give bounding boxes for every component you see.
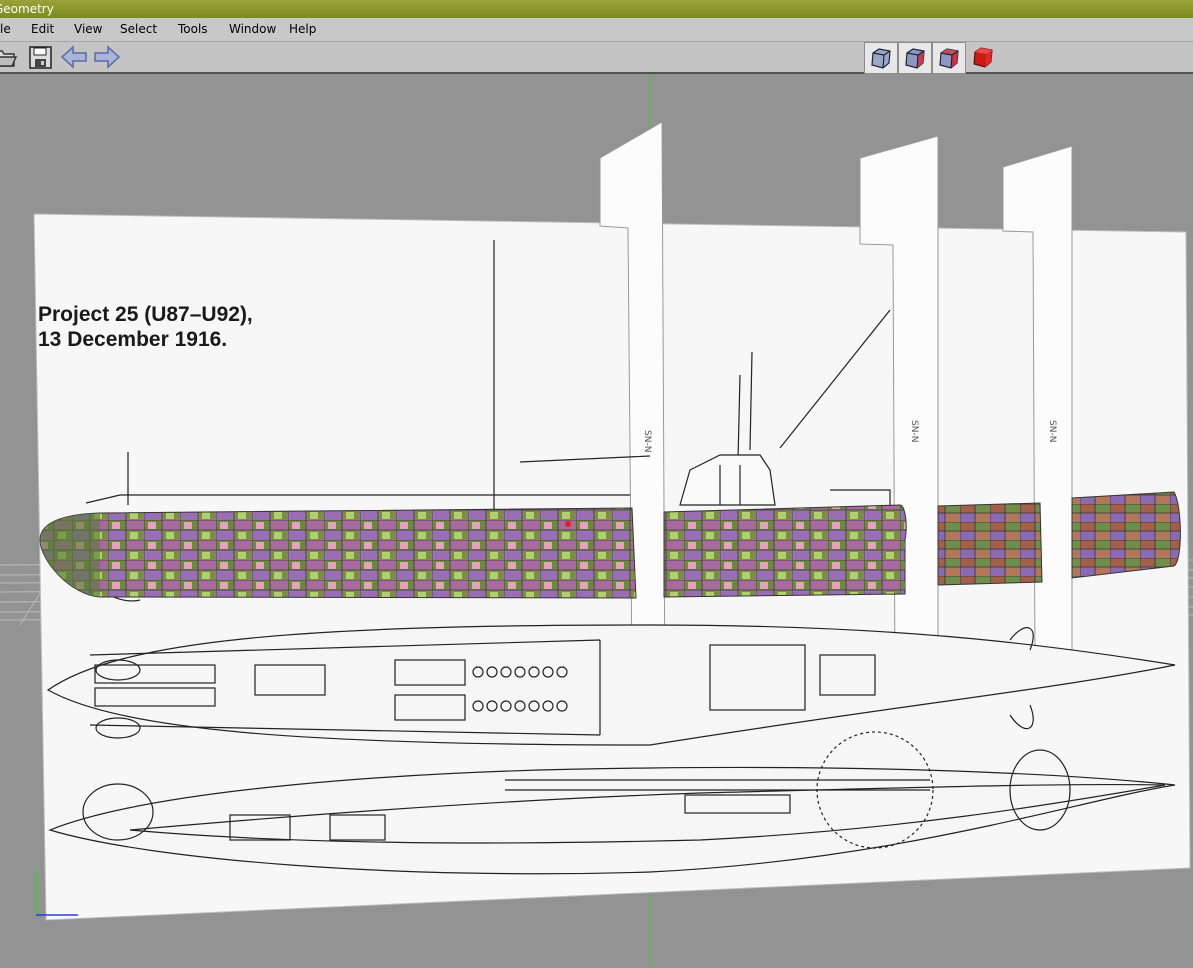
svg-text:SN-N: SN-N <box>909 420 919 442</box>
undo-arrow-icon[interactable] <box>60 44 87 70</box>
save-icon[interactable] <box>28 44 54 70</box>
svg-text:SN-N: SN-N <box>1047 420 1057 442</box>
view-shaded-wire-button[interactable] <box>898 42 932 74</box>
shaded-wire-cube-icon <box>905 48 925 69</box>
menu-file[interactable]: le <box>0 22 11 36</box>
blueprint-title-line2: 13 December 1916. <box>38 328 228 351</box>
hull-segment-2 <box>663 504 907 598</box>
hull-segment-4 <box>1071 491 1181 579</box>
blueprint-title-line1: Project 25 (U87–U92), <box>38 303 253 326</box>
view-wireframe-button[interactable] <box>864 42 898 74</box>
textured-wire-cube-icon <box>939 48 959 69</box>
menu-select[interactable]: Select <box>120 22 157 36</box>
hull-segment-3 <box>937 502 1043 586</box>
toolbar <box>0 42 1193 74</box>
menu-view[interactable]: View <box>74 22 102 36</box>
solid-red-cube-icon <box>973 47 993 68</box>
hull-segment-1 <box>39 507 637 599</box>
menu-help[interactable]: Help <box>289 22 316 36</box>
scene-canvas: SN-N SN-N SN-N <box>0 76 1193 968</box>
menu-tools[interactable]: Tools <box>178 22 208 36</box>
open-icon[interactable] <box>0 44 18 70</box>
menu-window[interactable]: Window <box>229 22 276 36</box>
view-solid-button[interactable] <box>967 42 999 72</box>
menu-bar: le Edit View Select Tools Window Help <box>0 18 1193 42</box>
3d-viewport[interactable]: SN-N SN-N SN-N Project 25 (U87–U92), 13 … <box>0 74 1193 968</box>
view-textured-wire-button[interactable] <box>932 42 966 74</box>
svg-text:SN-N: SN-N <box>642 430 652 452</box>
redo-arrow-icon[interactable] <box>93 44 121 70</box>
blueprint-title: Project 25 (U87–U92), 13 December 1916. <box>38 302 253 352</box>
title-bar: Geometry <box>0 0 1193 18</box>
window-title: Geometry <box>0 2 54 16</box>
wireframe-cube-icon <box>871 48 891 69</box>
menu-edit[interactable]: Edit <box>31 22 54 36</box>
